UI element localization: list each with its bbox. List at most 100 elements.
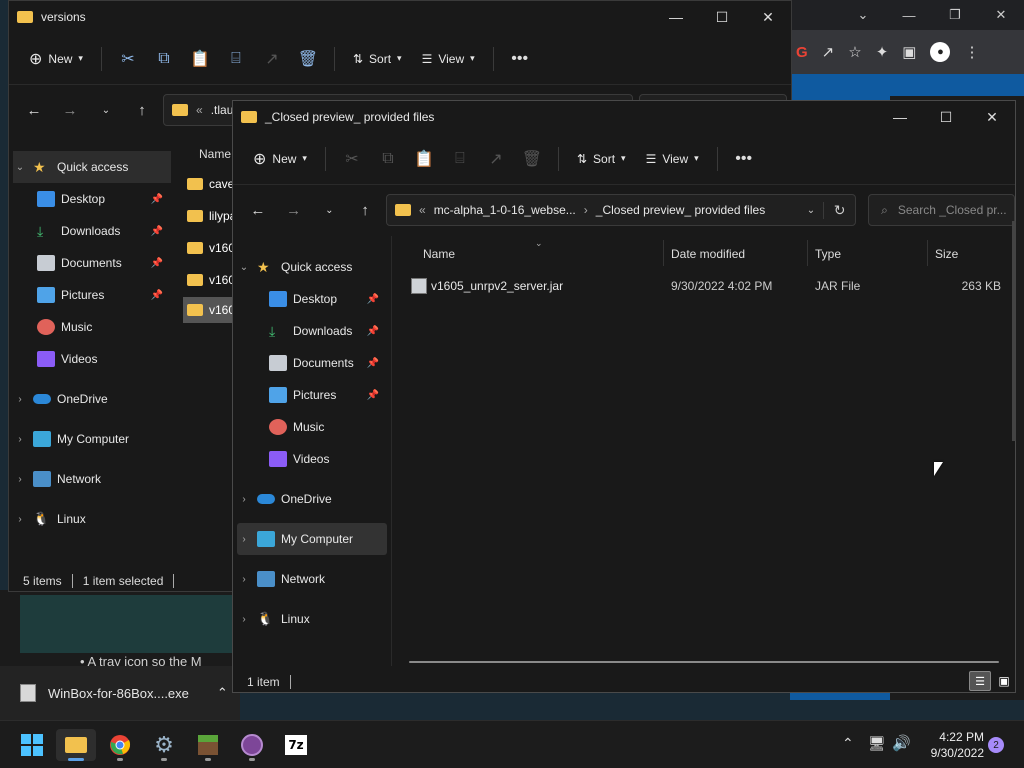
nav-pictures[interactable]: Pictures 📌 — [237, 379, 387, 411]
sort-button[interactable]: ⇅ Sort ▾ — [345, 42, 410, 76]
nav-quick-access[interactable]: ⌄ ★ Quick access — [13, 151, 171, 183]
chevron-down-icon[interactable]: ⌄ — [13, 162, 27, 173]
nav-quick-access[interactable]: ⌄ ★ Quick access — [237, 251, 387, 283]
list-item[interactable]: lilypa — [187, 209, 236, 223]
sort-button[interactable]: ⇅ Sort ▾ — [569, 142, 634, 176]
chevron-down-icon[interactable]: ⌄ — [840, 0, 886, 30]
close-icon[interactable]: ✕ — [745, 1, 791, 33]
taskbar-file-explorer[interactable] — [56, 729, 96, 761]
chevron-right-icon[interactable]: › — [237, 574, 251, 585]
breadcrumb-segment[interactable]: mc-alpha_1-0-16_webse... — [434, 203, 576, 217]
chevron-right-icon[interactable]: › — [237, 614, 251, 625]
more-options-icon[interactable]: ••• — [728, 142, 760, 176]
chevron-right-icon[interactable]: › — [13, 474, 27, 485]
close-icon[interactable]: ✕ — [969, 101, 1015, 133]
maximize-icon[interactable]: ☐ — [923, 101, 969, 133]
delete-icon[interactable]: 🗑 — [516, 142, 548, 176]
large-icons-view-button[interactable]: ▣ — [993, 671, 1015, 691]
column-divider[interactable] — [663, 240, 664, 266]
network-status-icon[interactable]: 🖥 — [868, 735, 886, 752]
nav-videos[interactable]: Videos — [237, 443, 387, 475]
chevron-right-icon[interactable]: › — [237, 534, 251, 545]
nav-desktop[interactable]: Desktop 📌 — [13, 183, 171, 215]
cut-icon[interactable]: ✂ — [112, 42, 144, 76]
breadcrumb-segment[interactable]: _Closed preview_ provided files — [596, 203, 765, 217]
chevron-right-icon[interactable]: › — [584, 203, 588, 217]
refresh-icon[interactable]: ↻ — [823, 201, 855, 219]
horizontal-scrollbar[interactable] — [409, 661, 999, 663]
column-header-name[interactable]: Name — [423, 240, 455, 268]
minimize-icon[interactable]: — — [886, 0, 932, 30]
copy-icon[interactable]: ⧉ — [148, 42, 180, 76]
taskbar-7zip[interactable]: 7z — [276, 729, 316, 761]
recent-locations-chevron-icon[interactable]: ⌄ — [315, 194, 345, 226]
nav-downloads[interactable]: ⤓ Downloads 📌 — [237, 315, 387, 347]
column-divider[interactable] — [807, 240, 808, 266]
forward-arrow-icon[interactable]: → — [279, 194, 309, 226]
up-arrow-icon[interactable]: ↑ — [127, 94, 157, 126]
chevron-up-icon[interactable]: ⌃ — [217, 685, 228, 701]
nav-videos[interactable]: Videos — [13, 343, 171, 375]
nav-network[interactable]: › Network — [237, 563, 387, 595]
chevron-down-icon[interactable]: ⌄ — [237, 262, 251, 273]
share-icon[interactable]: ↗ — [480, 142, 512, 176]
column-header-type[interactable]: Type — [815, 240, 841, 268]
column-header-date[interactable]: Date modified — [671, 240, 745, 268]
copy-icon[interactable]: ⧉ — [372, 142, 404, 176]
nav-network[interactable]: › Network — [13, 463, 171, 495]
address-bar[interactable]: « mc-alpha_1-0-16_webse... › _Closed pre… — [386, 194, 857, 226]
share-icon[interactable]: ↗ — [822, 43, 835, 61]
column-divider[interactable] — [927, 240, 928, 266]
view-button[interactable]: ☰ View ▾ — [414, 42, 483, 76]
cut-icon[interactable]: ✂ — [336, 142, 368, 176]
start-button[interactable] — [12, 729, 52, 761]
nav-music[interactable]: Music — [237, 411, 387, 443]
google-icon[interactable]: G — [796, 44, 808, 61]
nav-linux[interactable]: › 🐧 Linux — [237, 603, 387, 635]
nav-onedrive[interactable]: › OneDrive — [237, 483, 387, 515]
chevron-right-icon[interactable]: › — [13, 394, 27, 405]
taskbar-tor-browser[interactable] — [232, 729, 272, 761]
taskbar-chrome[interactable] — [100, 729, 140, 761]
chevron-down-icon[interactable]: ⌄ — [807, 205, 815, 216]
nav-my-computer[interactable]: › My Computer — [13, 423, 171, 455]
paste-icon[interactable]: 📋 — [408, 142, 440, 176]
nav-linux[interactable]: › 🐧 Linux — [13, 503, 171, 535]
nav-documents[interactable]: Documents 📌 — [13, 247, 171, 279]
rename-icon[interactable]: ⌸ — [220, 42, 252, 76]
search-input[interactable]: ⌕ Search _Closed pr... — [868, 194, 1015, 226]
back-arrow-icon[interactable]: ← — [19, 94, 49, 126]
nav-documents[interactable]: Documents 📌 — [237, 347, 387, 379]
back-arrow-icon[interactable]: ← — [243, 194, 273, 226]
menu-dots-icon[interactable]: ⋮ — [964, 43, 979, 61]
forward-arrow-icon[interactable]: → — [55, 94, 85, 126]
nav-my-computer[interactable]: › My Computer — [237, 523, 387, 555]
nav-desktop[interactable]: Desktop 📌 — [237, 283, 387, 315]
view-button[interactable]: ☰ View ▾ — [638, 142, 707, 176]
up-arrow-icon[interactable]: ↑ — [350, 194, 380, 226]
share-icon[interactable]: ↗ — [256, 42, 288, 76]
minimize-icon[interactable]: — — [653, 1, 699, 33]
nav-onedrive[interactable]: › OneDrive — [13, 383, 171, 415]
paste-icon[interactable]: 📋 — [184, 42, 216, 76]
table-row[interactable]: v1605_unrpv2_server.jar 9/30/2022 4:02 P… — [401, 272, 1007, 300]
chevron-right-icon[interactable]: › — [13, 514, 27, 525]
nav-pictures[interactable]: Pictures 📌 — [13, 279, 171, 311]
side-panel-icon[interactable]: ▣ — [902, 43, 916, 61]
chevron-right-icon[interactable]: › — [237, 494, 251, 505]
vertical-scrollbar[interactable] — [1012, 221, 1016, 441]
list-item[interactable]: cave — [187, 177, 234, 191]
rename-icon[interactable]: ⌸ — [444, 142, 476, 176]
recent-locations-chevron-icon[interactable]: ⌄ — [91, 94, 121, 126]
download-filename[interactable]: WinBox-for-86Box....exe — [48, 686, 189, 701]
details-view-button[interactable]: ☰ — [969, 671, 991, 691]
volume-icon[interactable]: 🔊 — [892, 734, 911, 752]
nav-music[interactable]: Music — [13, 311, 171, 343]
profile-avatar-icon[interactable]: ● — [930, 42, 951, 62]
bookmark-star-icon[interactable]: ☆ — [848, 43, 861, 61]
extensions-icon[interactable]: ✦ — [876, 43, 889, 61]
pane-divider[interactable] — [391, 236, 392, 666]
column-header-size[interactable]: Size — [935, 240, 958, 268]
new-button[interactable]: ⊕ New ▾ — [21, 42, 91, 76]
notification-badge[interactable]: 2 — [988, 737, 1004, 753]
